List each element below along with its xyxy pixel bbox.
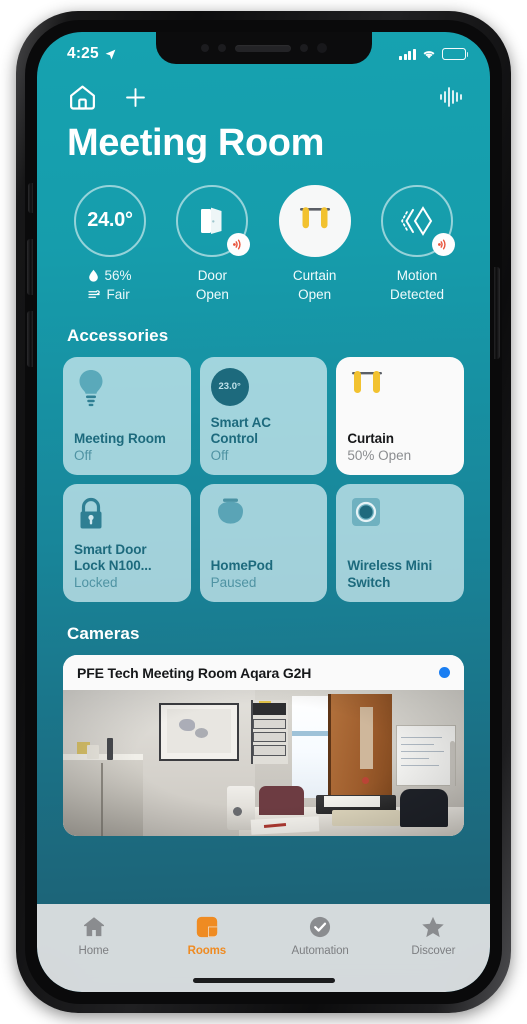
wifi-icon (423, 51, 435, 59)
tab-label: Automation (291, 945, 349, 957)
voice-waveform-icon[interactable] (438, 84, 464, 110)
curtain-icon (299, 206, 330, 228)
status-climate[interactable]: 24.0° 56% Fair (63, 184, 157, 304)
humidity-value: 56% (104, 267, 132, 283)
accessories-grid: Meeting Room Off 23.0° Smart AC Control … (37, 356, 490, 602)
cameras-section-title: Cameras (67, 623, 140, 643)
status-motion[interactable]: Motion Detected (370, 184, 464, 304)
accessory-card-homepod[interactable]: HomePod Paused (199, 483, 328, 602)
app-scroll-container[interactable]: 4:25 Meeting Room 24.0° 56% Fair Door Op… (37, 32, 490, 992)
door-alert-badge (227, 232, 251, 256)
top-nav-bar (37, 68, 490, 116)
accessory-name: HomePod (210, 557, 273, 573)
tab-rooms[interactable]: Rooms (150, 914, 263, 957)
home-indicator[interactable] (192, 978, 335, 983)
water-drop-icon (89, 269, 99, 282)
room-status-summary: 24.0° 56% Fair Door Open Curtain Open Mo… (37, 165, 490, 304)
tab-label: Rooms (187, 945, 227, 957)
curtain-icon (347, 368, 453, 414)
padlock-icon (74, 495, 180, 541)
climate-meta: 56% Fair (88, 266, 132, 304)
status-curtain[interactable]: Curtain Open (268, 184, 362, 304)
accessory-name: Curtain (347, 430, 394, 446)
accessory-state: Off (210, 447, 229, 463)
curtain-circle (278, 184, 351, 257)
signal-alert-icon (438, 239, 446, 250)
volume-up-button[interactable] (27, 239, 33, 295)
accessory-name: Meeting Room (74, 430, 166, 446)
accessory-state: Paused (210, 574, 257, 590)
accessories-section-title: Accessories (67, 325, 169, 345)
accessory-card-smart-ac-control[interactable]: 23.0° Smart AC Control Off (199, 356, 328, 475)
tab-home[interactable]: Home (37, 914, 150, 957)
tab-discover[interactable]: Discover (377, 914, 490, 957)
home-outline-icon[interactable] (67, 82, 98, 113)
mini-switch-icon (347, 495, 453, 541)
rooms-icon (196, 916, 218, 938)
temperature-value: 24.0° (87, 209, 133, 232)
status-time: 4:25 (67, 45, 99, 62)
motion-sensor-icon (401, 205, 433, 236)
accessory-state: 50% Open (347, 447, 412, 463)
camera-status-dot (439, 667, 450, 679)
accessory-card-meeting-room-light[interactable]: Meeting Room Off (63, 356, 191, 475)
mute-switch-button[interactable] (28, 183, 33, 213)
air-quality-icon (88, 290, 101, 298)
status-bar: 4:25 (37, 32, 490, 68)
phone-screen: 4:25 Meeting Room 24.0° 56% Fair Door Op… (37, 32, 490, 992)
star-icon (422, 916, 445, 938)
door-label: Door Open (195, 267, 229, 302)
ac-thermostat-icon: 23.0° (210, 367, 317, 414)
status-bar-left: 4:25 (67, 45, 117, 63)
accessory-name: Wireless Mini Switch (347, 558, 433, 590)
cellular-bars-icon (399, 48, 416, 60)
signal-alert-icon (233, 239, 241, 250)
accessory-state: Off (74, 447, 92, 463)
motion-alert-badge (431, 232, 455, 256)
tab-label: Home (78, 945, 109, 957)
home-filled-icon (83, 917, 104, 937)
accessory-name: Smart Door Lock N100... (74, 541, 152, 573)
status-bar-right (399, 48, 469, 60)
status-door[interactable]: Door Open (165, 184, 259, 304)
ac-temperature-badge: 23.0° (210, 367, 249, 406)
curtain-label: Curtain Open (292, 267, 337, 302)
lightbulb-icon (74, 368, 180, 414)
page-title: Meeting Room (67, 122, 324, 164)
motion-circle (380, 184, 455, 257)
tab-label: Discover (411, 945, 456, 957)
power-button[interactable] (494, 267, 500, 359)
door-circle (176, 184, 251, 257)
motion-label: Motion Detected (389, 267, 444, 302)
bottom-tab-bar: Home Rooms Automation Discover (37, 904, 490, 992)
phone-device-frame: 4:25 Meeting Room 24.0° 56% Fair Door Op… (16, 11, 511, 1013)
camera-header: PFE Tech Meeting Room Aqara G2H (63, 654, 464, 690)
plus-icon[interactable] (122, 84, 149, 111)
camera-name: PFE Tech Meeting Room Aqara G2H (77, 664, 312, 681)
battery-icon (442, 48, 469, 60)
camera-card[interactable]: PFE Tech Meeting Room Aqara G2H (63, 654, 464, 836)
accessory-name: Smart AC Control (210, 414, 271, 446)
clock-check-icon (310, 916, 331, 938)
location-arrow-icon (105, 49, 116, 60)
homepod-icon (211, 495, 317, 541)
accessory-card-curtain[interactable]: Curtain 50% Open (336, 356, 464, 475)
accessory-card-smart-door-lock[interactable]: Smart Door Lock N100... Locked (63, 483, 191, 602)
accessory-state: Locked (74, 574, 118, 590)
camera-live-feed[interactable] (63, 689, 464, 836)
door-open-icon (201, 207, 222, 234)
tab-automation[interactable]: Automation (264, 914, 377, 957)
temperature-circle: 24.0° (74, 184, 146, 257)
volume-down-button[interactable] (27, 311, 33, 367)
accessory-card-wireless-mini-switch[interactable]: Wireless Mini Switch (336, 483, 464, 602)
air-quality-value: Fair (106, 286, 130, 302)
